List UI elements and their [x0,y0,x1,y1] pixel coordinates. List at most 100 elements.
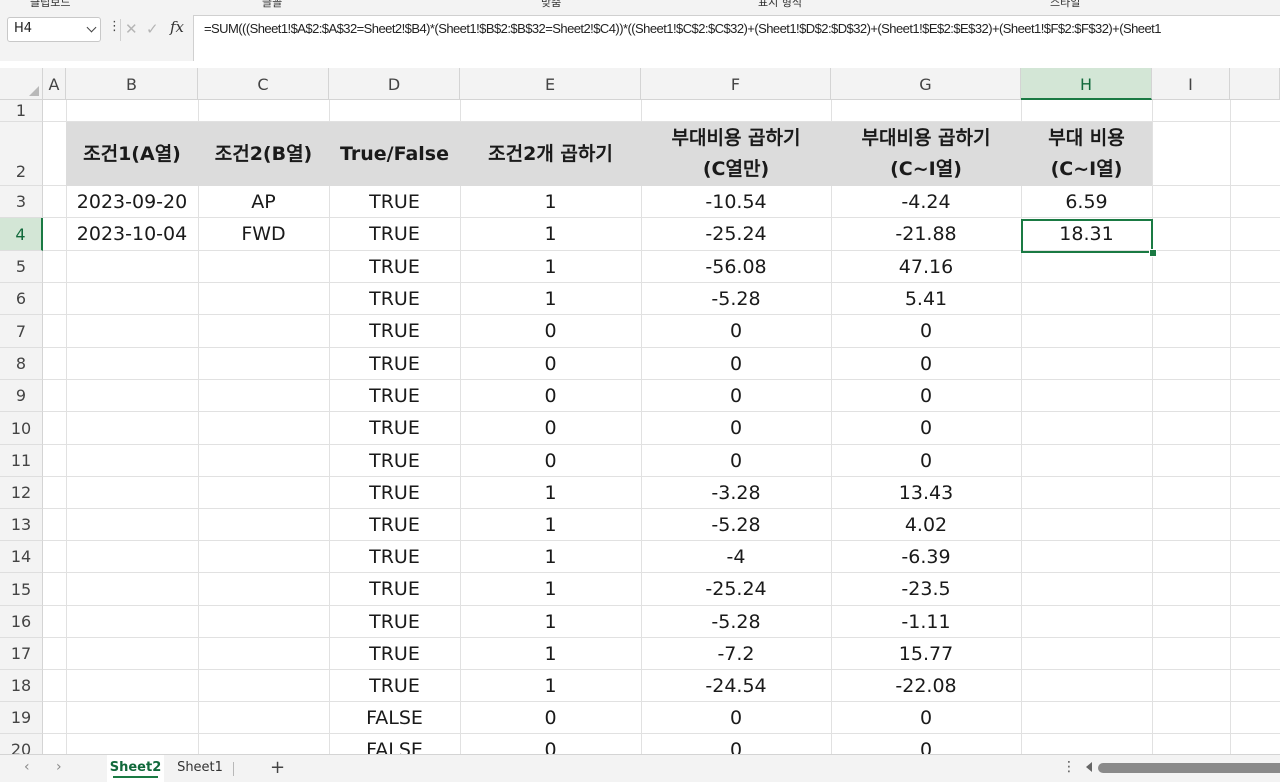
row-header-12[interactable]: 12 [0,477,43,509]
cell-f4[interactable]: -25.24 [641,218,831,251]
cell-h11[interactable] [1021,445,1152,477]
sheet-tab-sheet2[interactable]: Sheet2 [107,755,164,782]
row-header-6[interactable]: 6 [0,283,43,315]
row-header-11[interactable]: 11 [0,445,43,477]
cell-b14[interactable] [66,541,198,573]
cell-d13[interactable]: TRUE [329,509,460,541]
row-header-18[interactable]: 18 [0,670,43,702]
cell-h9[interactable] [1021,380,1152,412]
cell-b18[interactable] [66,670,198,702]
cell-c9[interactable] [198,380,329,412]
column-header-i[interactable]: I [1152,68,1230,100]
next-sheet-icon[interactable]: › [56,759,62,775]
cell-e20[interactable]: 0 [460,734,641,754]
cell-d20[interactable]: FALSE [329,734,460,754]
cell-d7[interactable]: TRUE [329,315,460,348]
header-cost-c-to-i[interactable]: 부대비용 곱하기 (C~I열) [831,122,1021,186]
cell-d17[interactable]: TRUE [329,638,460,670]
header-multiply-conditions[interactable]: 조건2개 곱하기 [460,122,641,186]
enter-icon[interactable]: ✓ [146,20,159,38]
cell-g5[interactable]: 47.16 [831,251,1021,283]
cell-d12[interactable]: TRUE [329,477,460,509]
scroll-left-icon[interactable] [1086,762,1092,772]
cell-b20[interactable] [66,734,198,754]
row-header-7[interactable]: 7 [0,315,43,348]
cell-e13[interactable]: 1 [460,509,641,541]
row-header-15[interactable]: 15 [0,573,43,606]
fill-handle[interactable] [1149,249,1157,257]
cell-h5[interactable] [1021,251,1152,283]
cell-f16[interactable]: -5.28 [641,606,831,638]
row-header-2[interactable]: 2 [0,122,43,186]
cell-e11[interactable]: 0 [460,445,641,477]
cell-c16[interactable] [198,606,329,638]
cell-g8[interactable]: 0 [831,348,1021,380]
column-header-e[interactable]: E [460,68,641,100]
cell-b16[interactable] [66,606,198,638]
cell-f10[interactable]: 0 [641,412,831,445]
cell-d6[interactable]: TRUE [329,283,460,315]
prev-sheet-icon[interactable]: ‹ [24,759,30,775]
cell-h14[interactable] [1021,541,1152,573]
cell-g13[interactable]: 4.02 [831,509,1021,541]
cell-g9[interactable]: 0 [831,380,1021,412]
cell-e8[interactable]: 0 [460,348,641,380]
cell-d4[interactable]: TRUE [329,218,460,251]
cell-h7[interactable] [1021,315,1152,348]
row-header-16[interactable]: 16 [0,606,43,638]
cell-g3[interactable]: -4.24 [831,186,1021,218]
cell-f9[interactable]: 0 [641,380,831,412]
cell-c3[interactable]: AP [198,186,329,218]
cell-b15[interactable] [66,573,198,606]
cell-g17[interactable]: 15.77 [831,638,1021,670]
column-header-d[interactable]: D [329,68,460,100]
cell-f13[interactable]: -5.28 [641,509,831,541]
cell-g18[interactable]: -22.08 [831,670,1021,702]
worksheet-grid[interactable]: ABCDEFGHI 1 2 3 4 5 6 7 8 9 10 11 12 13 14 15 16 17 18 19 2… [0,68,1280,754]
cell-f15[interactable]: -25.24 [641,573,831,606]
cell-e14[interactable]: 1 [460,541,641,573]
cell-h13[interactable] [1021,509,1152,541]
cell-d18[interactable]: TRUE [329,670,460,702]
cell-c12[interactable] [198,477,329,509]
cell-g16[interactable]: -1.11 [831,606,1021,638]
header-true-false[interactable]: True/False [329,122,460,186]
cell-b10[interactable] [66,412,198,445]
cell-d11[interactable]: TRUE [329,445,460,477]
cell-e5[interactable]: 1 [460,251,641,283]
row-header-1[interactable]: 1 [0,100,43,122]
cell-e15[interactable]: 1 [460,573,641,606]
cell-e4[interactable]: 1 [460,218,641,251]
cell-h3[interactable]: 6.59 [1021,186,1152,218]
cell-e12[interactable]: 1 [460,477,641,509]
cell-g19[interactable]: 0 [831,702,1021,734]
cell-f5[interactable]: -56.08 [641,251,831,283]
cell-b3[interactable]: 2023-09-20 [66,186,198,218]
add-sheet-icon[interactable]: + [270,757,285,778]
cell-e18[interactable]: 1 [460,670,641,702]
cell-c7[interactable] [198,315,329,348]
cell-c15[interactable] [198,573,329,606]
cell-d19[interactable]: FALSE [329,702,460,734]
cell-e6[interactable]: 1 [460,283,641,315]
cell-g10[interactable]: 0 [831,412,1021,445]
cell-h15[interactable] [1021,573,1152,606]
cell-c5[interactable] [198,251,329,283]
cell-c13[interactable] [198,509,329,541]
cell-h6[interactable] [1021,283,1152,315]
cell-f6[interactable]: -5.28 [641,283,831,315]
cell-c10[interactable] [198,412,329,445]
cell-b17[interactable] [66,638,198,670]
cell-h19[interactable] [1021,702,1152,734]
cell-f12[interactable]: -3.28 [641,477,831,509]
cell-b13[interactable] [66,509,198,541]
column-header-f[interactable]: F [641,68,831,100]
cell-h17[interactable] [1021,638,1152,670]
chevron-down-icon[interactable] [86,22,97,33]
cell-f14[interactable]: -4 [641,541,831,573]
name-box[interactable]: H4 [7,17,101,42]
header-cost-c-only[interactable]: 부대비용 곱하기 (C열만) [641,122,831,186]
cell-d14[interactable]: TRUE [329,541,460,573]
cell-c14[interactable] [198,541,329,573]
cell-h8[interactable] [1021,348,1152,380]
